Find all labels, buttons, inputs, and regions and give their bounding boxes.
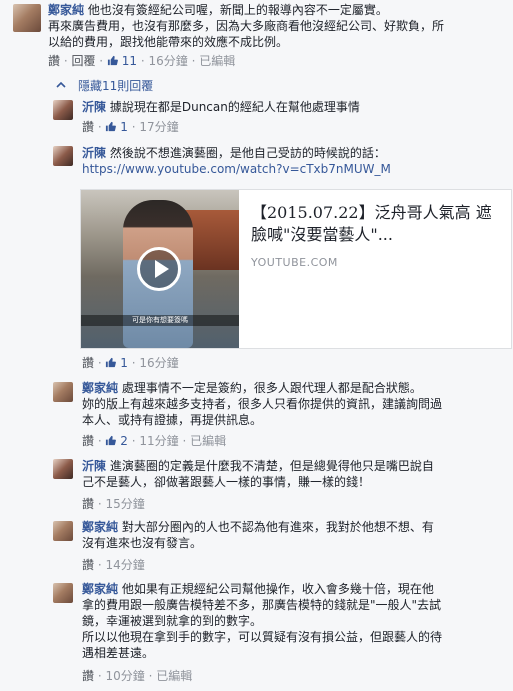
comment-author[interactable]: 沂陳: [82, 459, 106, 473]
thumbs-up-icon: [106, 357, 117, 368]
comment-actions: 讚 · 回覆 · 11 · 16分鐘 · 已編輯: [48, 54, 236, 68]
timestamp[interactable]: 14分鐘: [105, 558, 144, 572]
reply-body: 沂陳 據說現在都是Duncan的經紀人在幫他處理事情: [82, 99, 502, 115]
reply-body: 鄭家純 他如果有正規經紀公司幫他操作，收入會多幾十倍，現在他 拿的費用跟一般廣告…: [82, 581, 510, 661]
thumbs-up-icon: [106, 435, 117, 446]
comment-text-line: 遇相差甚遠。: [82, 646, 155, 660]
comment-author[interactable]: 鄭家純: [82, 582, 118, 596]
comment-text: 對大部分圈內的人也不認為他有進來，我對於他想不想、有: [121, 520, 434, 534]
comment-text-line: 沒有進來也沒有發言。: [82, 536, 203, 550]
comment-text: 他如果有正規經紀公司幫他操作，收入會多幾十倍，現在他: [121, 582, 434, 596]
comment-text: 他也沒有簽經紀公司喔，新聞上的報導內容不一定屬實。: [87, 3, 388, 17]
like-button[interactable]: 讚: [82, 356, 94, 370]
comment-thread: 鄭家純 他也沒有簽經紀公司喔，新聞上的報導內容不一定屬實。 再來廣告費用，也沒有…: [0, 0, 513, 691]
avatar[interactable]: [53, 521, 73, 541]
comment-text: 進演藝圈的定義是什麼我不清楚，但是總覺得他只是嘴巴說自: [109, 459, 434, 473]
comment-text-line: 妳的版上有越來越多支持者，很多人只看你提供的資訊，建議詢問過: [82, 397, 443, 411]
like-button[interactable]: 讚: [82, 120, 94, 134]
edited-label[interactable]: 已編輯: [199, 54, 235, 68]
timestamp[interactable]: 10分鐘: [105, 669, 144, 683]
comment-text-line: 所以以他現在拿到手的數字，可以質疑有沒有損公益，但跟藝人的待: [82, 630, 443, 644]
comment-text-line: 以給的費用，跟找他能帶來的效應不成比例。: [48, 35, 289, 49]
like-count[interactable]: 2: [120, 434, 128, 448]
avatar[interactable]: [13, 4, 41, 32]
like-button[interactable]: 讚: [82, 497, 94, 511]
preview-title[interactable]: 【2015.07.22】泛舟哥人氣高 遮臉喊"沒要當藝人"...: [251, 202, 501, 246]
avatar[interactable]: [53, 146, 73, 166]
edited-label[interactable]: 已編輯: [190, 434, 226, 448]
comment-text-line: 再來廣告費用，也沒有那麼多，因為大多廠商看他沒經紀公司、好欺負，所: [48, 19, 445, 33]
link-preview-card[interactable]: 可是你有想要簽嗎 【2015.07.22】泛舟哥人氣高 遮臉喊"沒要當藝人"..…: [80, 189, 512, 349]
reply-body: 鄭家純 處理事情不一定是簽約，很多人跟代理人都是配合狀態。 妳的版上有越來越多支…: [82, 380, 507, 428]
timestamp[interactable]: 16分鐘: [149, 54, 188, 68]
video-thumbnail[interactable]: 可是你有想要簽嗎: [81, 190, 239, 348]
avatar[interactable]: [53, 583, 73, 603]
preview-domain: YOUTUBE.COM: [251, 256, 338, 269]
like-count[interactable]: 11: [122, 54, 137, 68]
thumbs-up-icon: [106, 121, 117, 132]
timestamp[interactable]: 16分鐘: [139, 356, 178, 370]
comment-text-line: 本人、或持有證據，再提供訊息。: [82, 413, 263, 427]
comment-actions: 讚 · 2 · 11分鐘 · 已編輯: [82, 434, 227, 448]
timestamp[interactable]: 11分鐘: [139, 434, 178, 448]
comment-text: 處理事情不一定是簽約，很多人跟代理人都是配合狀態。: [121, 381, 422, 395]
comment-author[interactable]: 鄭家純: [48, 3, 84, 17]
comment-actions: 讚 · 15分鐘: [82, 497, 145, 511]
reply-body: 沂陳 進演藝圈的定義是什麼我不清楚，但是總覺得他只是嘴巴說自 己不是藝人，卻做著…: [82, 458, 507, 490]
comment-actions: 讚 · 14分鐘: [82, 558, 145, 572]
comment-text-line: 鏡，幸運被選到就拿的到的數字。: [82, 614, 263, 628]
like-button[interactable]: 讚: [82, 434, 94, 448]
like-button[interactable]: 讚: [82, 558, 94, 572]
comment-actions: 讚 · 1 · 17分鐘: [82, 120, 179, 134]
comment-actions: 讚 · 1 · 16分鐘: [82, 356, 179, 370]
video-caption: 可是你有想要簽嗎: [81, 315, 239, 326]
like-count[interactable]: 1: [120, 356, 128, 370]
hide-replies-toggle[interactable]: 隱藏11則回覆: [56, 78, 153, 94]
comment-text: 然後說不想進演藝圈，是他自己受訪的時候說的話：: [109, 146, 386, 160]
like-count[interactable]: 1: [120, 120, 128, 134]
reply-body: 沂陳 然後說不想進演藝圈，是他自己受訪的時候說的話： https://www.y…: [82, 145, 502, 177]
chevron-up-icon: [56, 81, 66, 88]
play-icon[interactable]: [137, 247, 181, 291]
timestamp[interactable]: 17分鐘: [139, 120, 178, 134]
comment-author[interactable]: 鄭家純: [82, 381, 118, 395]
video-link[interactable]: https://www.youtube.com/watch?v=cTxb7nMU…: [82, 162, 391, 176]
thumbs-up-icon: [107, 55, 118, 66]
timestamp[interactable]: 15分鐘: [105, 497, 144, 511]
hide-replies-label: 隱藏11則回覆: [78, 79, 154, 93]
reply-button[interactable]: 回覆: [71, 54, 95, 68]
avatar[interactable]: [53, 459, 73, 479]
like-button[interactable]: 讚: [48, 54, 60, 68]
like-button[interactable]: 讚: [82, 669, 94, 683]
avatar[interactable]: [53, 100, 73, 120]
edited-label[interactable]: 已編輯: [156, 669, 192, 683]
comment-author[interactable]: 鄭家純: [82, 520, 118, 534]
comment-author[interactable]: 沂陳: [82, 100, 106, 114]
comment-author[interactable]: 沂陳: [82, 146, 106, 160]
reply-body: 鄭家純 對大部分圈內的人也不認為他有進來，我對於他想不想、有 沒有進來也沒有發言…: [82, 519, 507, 551]
comment-text-line: 拿的費用跟一般廣告模特差不多，那廣告模特的錢就是"一般人"去試: [82, 598, 442, 612]
comment-actions: 讚 · 10分鐘 · 已編輯: [82, 669, 193, 683]
avatar[interactable]: [53, 382, 73, 402]
comment-body: 鄭家純 他也沒有簽經紀公司喔，新聞上的報導內容不一定屬實。 再來廣告費用，也沒有…: [48, 2, 508, 50]
comment-text: 據說現在都是Duncan的經紀人在幫他處理事情: [109, 100, 360, 114]
comment-text-line: 己不是藝人，卻做著跟藝人一樣的事情，賺一樣的錢！: [82, 475, 371, 489]
